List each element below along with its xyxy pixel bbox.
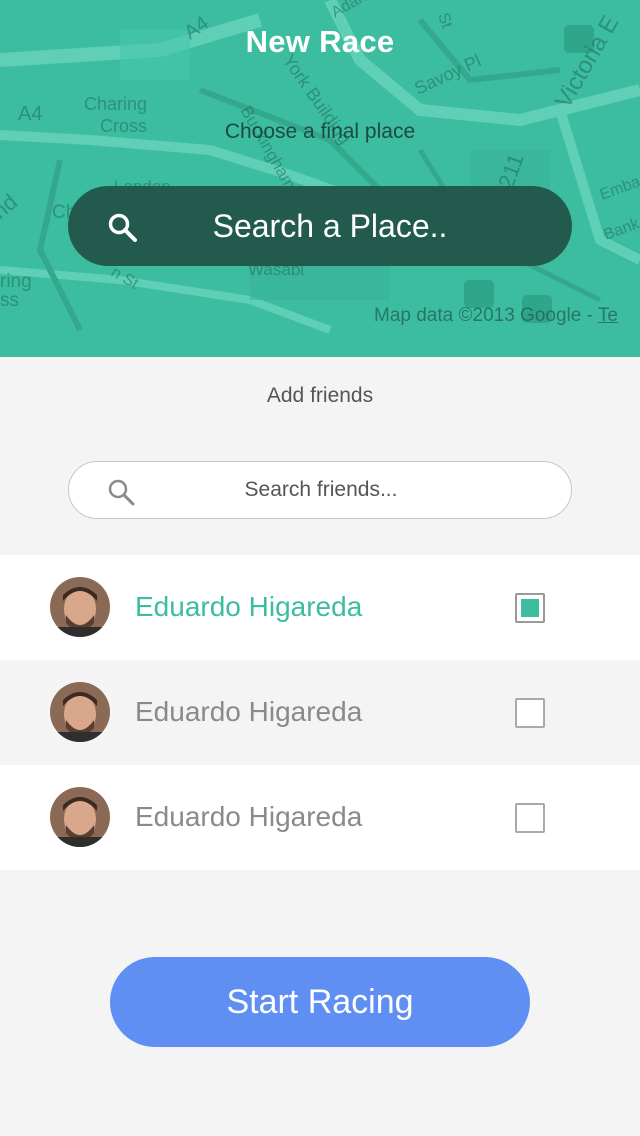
map-street-label: Charing (84, 94, 147, 114)
friend-name: Eduardo Higareda (135, 696, 363, 727)
place-search-bar[interactable]: Search a Place.. (68, 186, 572, 266)
friend-search-input[interactable]: Search friends... (68, 461, 572, 519)
map-street-label: Bank (602, 215, 640, 244)
page-subtitle: Choose a final place (224, 120, 416, 143)
friend-row[interactable]: Eduardo Higareda (0, 765, 640, 870)
friend-checkbox[interactable] (515, 593, 545, 623)
page-title: New Race (245, 24, 395, 59)
map-street-label: ring (0, 271, 32, 292)
avatar (50, 787, 110, 847)
place-search-placeholder: Search a Place.. (212, 207, 448, 244)
avatar (50, 682, 110, 742)
map-street-label: n St (108, 264, 142, 293)
map-street-label: Emba (598, 173, 640, 203)
map-street-label: Adam (329, 0, 374, 21)
map-credit-text: Map data ©2013 Google - (374, 305, 598, 326)
map-street-label: ss (0, 290, 19, 311)
friends-list: Eduardo Higareda Eduardo Higareda Eduard… (0, 555, 640, 870)
map-header[interactable]: A4A4CharingCrossLondonYork BuildingBucki… (0, 0, 640, 357)
friend-checkbox[interactable] (515, 698, 545, 728)
friend-search-placeholder: Search friends... (244, 478, 398, 501)
avatar (50, 577, 110, 637)
friend-name: Eduardo Higareda (135, 591, 363, 622)
friend-checkbox[interactable] (515, 803, 545, 833)
friend-row[interactable]: Eduardo Higareda (0, 555, 640, 660)
map-credit: Map data ©2013 Google - Te (374, 305, 618, 327)
map-terms-link[interactable]: Te (598, 305, 618, 326)
start-racing-button[interactable]: Start Racing (110, 957, 530, 1047)
map-street-label: nd (0, 189, 22, 224)
friend-name: Eduardo Higareda (135, 801, 363, 832)
search-icon (108, 213, 137, 242)
add-friends-heading: Add friends (266, 384, 374, 407)
friend-row[interactable]: Eduardo Higareda (0, 660, 640, 765)
